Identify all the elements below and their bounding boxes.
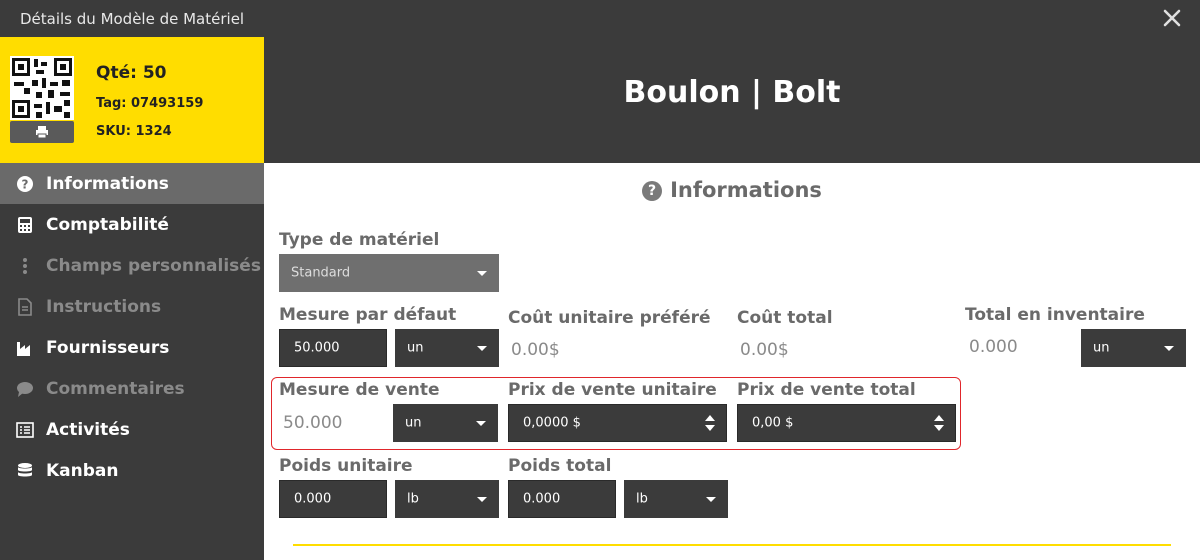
chevron-down-icon [477,497,487,502]
material-details-window: Détails du Modèle de Matériel Qté: 50 Ta… [0,0,1200,560]
sale-measure-label: Mesure de vente [279,380,440,400]
sidebar-item-label: Activités [46,420,130,440]
item-tag: Tag: 07493159 [96,96,204,111]
sidebar-item-label: Champs personnalisés [46,256,261,276]
question-circle-icon: ? [642,181,663,201]
sidebar-item-instructions[interactable]: Instructions [0,286,264,327]
total-inventory-unit: un [1093,340,1110,356]
window-title: Détails du Modèle de Matériel [20,10,245,28]
sidebar-item-champs-personnalises[interactable]: Champs personnalisés [0,245,264,286]
unit-sale-price-label: Prix de vente unitaire [508,380,717,400]
sidebar-item-fournisseurs[interactable]: Fournisseurs [0,327,264,368]
default-measure-input[interactable]: 50.000 [279,329,387,367]
chevron-down-icon [477,346,487,351]
sale-measure-unit: un [405,415,422,431]
sale-measure-unit-select[interactable]: un [393,404,498,442]
material-type-select[interactable]: Standard [279,254,499,292]
title-bar: Détails du Modèle de Matériel [0,0,1200,37]
section-title-text: Informations [670,178,822,202]
database-icon [18,463,32,477]
svg-text:?: ? [22,178,29,192]
item-header: Boulon | Bolt [264,37,1200,163]
unit-weight-unit: lb [407,491,419,507]
comment-icon [17,382,33,397]
unit-weight-label: Poids unitaire [279,456,413,476]
section-divider [293,544,1171,546]
item-sku: SKU: 1324 [96,124,172,139]
material-type-value: Standard [291,265,351,281]
sidebar-item-label: Instructions [46,297,162,317]
chevron-down-icon [476,421,486,426]
chevron-down-icon [477,271,487,276]
total-sale-price-input[interactable]: 0,00 $ [737,404,956,442]
printer-icon [36,126,48,139]
qr-code-icon [10,56,74,120]
total-cost-label: Coût total [737,308,833,328]
item-name: Boulon | Bolt [623,75,841,110]
list-icon [16,422,34,438]
material-type-label: Type de matériel [279,230,440,250]
chevron-down-icon [706,497,716,502]
item-tag-panel: Qté: 50 Tag: 07493159 SKU: 1324 [0,37,264,163]
calculator-icon [18,217,32,233]
sidebar-item-label: Comptabilité [46,215,169,235]
document-icon [18,298,32,316]
sidebar-item-commentaires[interactable]: Commentaires [0,368,264,409]
total-sale-price-value: 0,00 $ [752,415,794,431]
sale-measure-value: 50.000 [283,413,343,433]
total-inventory-label: Total en inventaire [965,305,1145,325]
question-circle-icon: ? [17,176,33,192]
item-quantity: Qté: 50 [96,63,167,83]
total-weight-input[interactable]: 0.000 [508,480,616,518]
sidebar-item-informations[interactable]: ? Informations [0,163,264,204]
total-weight-unit: lb [636,491,648,507]
unit-weight-value: 0.000 [294,491,332,507]
sidebar-item-label: Informations [46,174,169,194]
default-measure-label: Mesure par défaut [279,305,457,325]
total-weight-unit-select[interactable]: lb [624,480,728,518]
unit-weight-unit-select[interactable]: lb [395,480,499,518]
sidebar-item-comptabilite[interactable]: Comptabilité [0,204,264,245]
section-title: ? Informations [264,178,1200,202]
total-weight-value: 0.000 [523,491,561,507]
preferred-unit-cost-value: 0.00$ [511,340,560,360]
preferred-unit-cost-label: Coût unitaire préféré [508,308,711,328]
sidebar: ? Informations Comptabilité Champs perso… [0,163,264,560]
sidebar-item-label: Commentaires [46,379,185,399]
unit-sale-price-input[interactable]: 0,0000 $ [508,404,727,442]
factory-icon [17,342,30,356]
total-cost-value: 0.00$ [740,340,789,360]
vertical-ellipsis-icon [23,258,27,274]
spinner-arrows-icon[interactable] [933,412,945,434]
total-inventory-value: 0.000 [969,337,1018,357]
unit-weight-input[interactable]: 0.000 [279,480,387,518]
print-tag-button[interactable] [10,121,74,143]
sidebar-item-activites[interactable]: Activités [0,409,264,450]
chevron-down-icon [1164,346,1174,351]
sidebar-item-label: Fournisseurs [46,338,170,358]
default-measure-value: 50.000 [294,340,340,356]
total-inventory-unit-select[interactable]: un [1081,329,1186,367]
spinner-arrows-icon[interactable] [704,412,716,434]
default-measure-unit-select[interactable]: un [395,329,499,367]
total-weight-label: Poids total [508,456,612,476]
total-sale-price-label: Prix de vente total [737,380,916,400]
unit-sale-price-value: 0,0000 $ [523,415,581,431]
sidebar-item-label: Kanban [46,461,119,481]
close-icon[interactable] [1160,6,1184,30]
sidebar-item-kanban[interactable]: Kanban [0,450,264,491]
default-measure-unit: un [407,340,424,356]
